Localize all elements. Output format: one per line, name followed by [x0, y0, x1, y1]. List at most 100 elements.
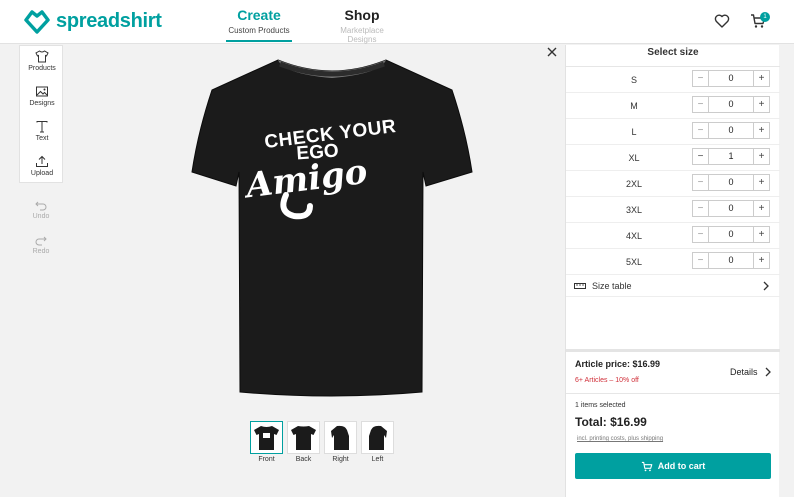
quantity-input[interactable]: 0: [709, 252, 753, 269]
tab-create[interactable]: Create Custom Products: [226, 7, 292, 42]
tool-designs[interactable]: Designs: [20, 85, 64, 107]
decrease-button[interactable]: −: [692, 70, 709, 87]
tool-text-label: Text: [35, 135, 49, 142]
header: spreadshirt Create Custom Products Shop …: [0, 0, 794, 44]
size-label: 4XL: [625, 231, 642, 241]
increase-button[interactable]: +: [753, 226, 770, 243]
decrease-button[interactable]: −: [692, 122, 709, 139]
product-preview: CHECK YOUR EGO Amigo: [190, 54, 474, 404]
quantity-stepper: −0 +: [692, 96, 770, 113]
close-icon[interactable]: [545, 45, 559, 59]
size-row-4xl: 4XL −0 +: [566, 223, 780, 249]
active-tab-indicator: [226, 40, 292, 42]
upload-icon: [36, 155, 48, 167]
tshirt-right-thumb-icon: [331, 425, 349, 450]
tool-upload[interactable]: Upload: [20, 155, 64, 177]
increase-button[interactable]: +: [753, 174, 770, 191]
cart-count-badge: 1: [760, 12, 770, 22]
thumbnail-right-label: Right: [332, 456, 349, 463]
size-table-label: Size table: [592, 281, 632, 291]
text-icon: [36, 121, 48, 133]
quantity-input[interactable]: 0: [709, 122, 753, 139]
increase-button[interactable]: +: [753, 70, 770, 87]
heart-logo-icon: [24, 10, 50, 34]
tshirt-front-image: CHECK YOUR EGO Amigo: [191, 59, 473, 397]
quantity-input[interactable]: 0: [709, 226, 753, 243]
thumbnail-back[interactable]: [287, 421, 320, 454]
decrease-button[interactable]: −: [692, 200, 709, 217]
redo-button[interactable]: Redo: [19, 235, 63, 255]
chevron-right-icon: [763, 281, 769, 291]
article-price: Article price: $16.99: [575, 359, 661, 369]
thumbnail-right[interactable]: [324, 421, 357, 454]
quantity-stepper: −1 +: [692, 148, 770, 165]
decrease-button[interactable]: −: [692, 174, 709, 191]
decrease-button[interactable]: −: [692, 252, 709, 269]
order-panel: Select size S −0 + M −0 + L −0 + XL −1 +2XL −0 +3XL −0…: [565, 45, 780, 497]
increase-button[interactable]: +: [753, 96, 770, 113]
size-label: M: [630, 101, 638, 111]
size-row-2xl: 2XL −0 +: [566, 171, 780, 197]
tool-designs-label: Designs: [29, 100, 55, 107]
price-summary[interactable]: Article price: $16.99 6+ Articles – 10% …: [566, 352, 780, 394]
size-label: XL: [628, 153, 640, 163]
quantity-stepper: −0 +: [692, 200, 770, 217]
quantity-input[interactable]: 0: [709, 70, 753, 87]
increase-button[interactable]: +: [753, 200, 770, 217]
quantity-stepper: −0 +: [692, 122, 770, 139]
increase-button[interactable]: +: [753, 148, 770, 165]
size-label: L: [631, 127, 637, 137]
spreadshirt-logo[interactable]: spreadshirt: [24, 8, 162, 34]
chevron-right-icon: [765, 367, 771, 377]
quantity-input[interactable]: 0: [709, 200, 753, 217]
thumbnail-left[interactable]: [361, 421, 394, 454]
size-label: S: [630, 75, 637, 85]
decrease-button[interactable]: −: [692, 148, 709, 165]
decrease-button[interactable]: −: [692, 226, 709, 243]
thumbnail-front-label: Front: [258, 456, 275, 463]
size-label: 3XL: [625, 205, 642, 215]
panel-title: Select size: [566, 45, 780, 67]
order-total: Total: $16.99: [575, 415, 647, 429]
tshirt-left-thumb-icon: [369, 425, 387, 450]
quantity-input[interactable]: 0: [709, 174, 753, 191]
quantity-input[interactable]: 0: [709, 96, 753, 113]
tab-shop-sublabel: Marketplace Designs: [340, 26, 384, 44]
tool-products-label: Products: [28, 65, 56, 72]
quantity-stepper: −0 +: [692, 174, 770, 191]
volume-discount: 6+ Articles – 10% off: [575, 377, 639, 384]
quantity-stepper: −0 +: [692, 70, 770, 87]
decrease-button[interactable]: −: [692, 96, 709, 113]
thumbnail-front[interactable]: [250, 421, 283, 454]
undo-button[interactable]: Undo: [19, 200, 63, 220]
cart-icon: [641, 462, 653, 472]
tab-create-label: Create: [237, 7, 281, 23]
tab-shop[interactable]: Shop Marketplace Designs: [325, 7, 399, 44]
size-table-link[interactable]: Size table: [566, 275, 780, 297]
quantity-input[interactable]: 1: [709, 148, 753, 165]
tool-products[interactable]: Products: [20, 50, 64, 72]
add-to-cart-button[interactable]: Add to cart: [575, 453, 771, 479]
thumbnail-left-label: Left: [371, 456, 384, 463]
increase-button[interactable]: +: [753, 122, 770, 139]
image-icon: [36, 86, 48, 97]
redo-label: Redo: [32, 248, 50, 255]
quantity-stepper: −0 +: [692, 252, 770, 269]
add-to-cart-label: Add to cart: [657, 461, 706, 471]
tshirt-back-thumb-icon: [291, 426, 316, 450]
size-row-s: S −0 +: [566, 67, 780, 93]
undo-label: Undo: [32, 213, 50, 220]
details-link[interactable]: Details: [730, 367, 758, 377]
size-row-xl: XL −1 +: [566, 145, 780, 171]
brand-name: spreadshirt: [56, 9, 162, 32]
design-tools: Products Designs Text Upload: [19, 45, 63, 183]
increase-button[interactable]: +: [753, 252, 770, 269]
costs-note-link[interactable]: incl. printing costs, plus shipping: [577, 436, 663, 442]
tab-create-sublabel: Custom Products: [228, 26, 290, 35]
tool-text[interactable]: Text: [20, 120, 64, 142]
size-row-5xl: 5XL −0 +: [566, 249, 780, 275]
tshirt-icon: [35, 50, 49, 63]
tool-upload-label: Upload: [30, 170, 54, 177]
items-selected: 1 items selected: [575, 402, 626, 409]
wishlist-heart-icon[interactable]: [714, 13, 730, 29]
